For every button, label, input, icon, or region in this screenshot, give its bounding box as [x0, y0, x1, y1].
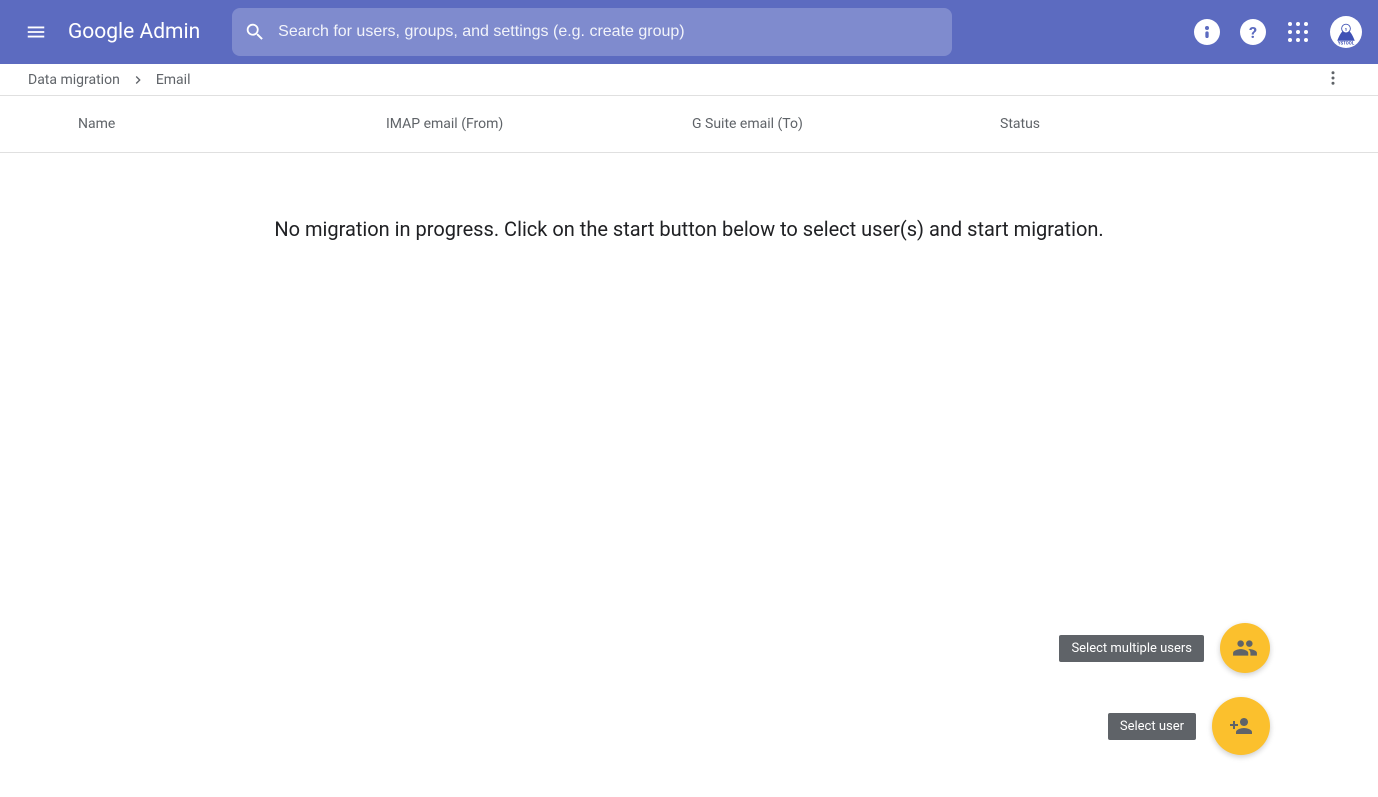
breadcrumb-root[interactable]: Data migration	[28, 72, 120, 88]
empty-state-message: No migration in progress. Click on the s…	[0, 217, 1378, 241]
chevron-right-icon	[130, 72, 146, 88]
fab-row-single: Select user	[1108, 697, 1270, 755]
column-header-name: Name	[78, 116, 386, 132]
group-icon	[1232, 635, 1258, 661]
avatar-image: S YSTOOL	[1332, 18, 1360, 46]
more-vert-icon	[1324, 69, 1342, 87]
select-user-button[interactable]	[1212, 697, 1270, 755]
tooltip-select-user: Select user	[1108, 713, 1196, 740]
help-icon: ?	[1249, 23, 1257, 42]
fab-row-multiple: Select multiple users	[1059, 623, 1270, 673]
app-header: Google Admin ? S YSTOOL	[0, 0, 1378, 64]
apps-launcher-button[interactable]	[1286, 20, 1310, 44]
header-icons: ? S YSTOOL	[1194, 16, 1362, 48]
help-button[interactable]: ?	[1240, 19, 1266, 45]
sub-header: Data migration Email	[0, 64, 1378, 96]
avatar[interactable]: S YSTOOL	[1330, 16, 1362, 48]
hamburger-icon	[25, 21, 47, 43]
app-title: Google Admin	[68, 20, 200, 44]
search-input[interactable]	[278, 23, 940, 41]
account-info-button[interactable]	[1194, 19, 1220, 45]
tooltip-select-multiple: Select multiple users	[1059, 635, 1204, 662]
more-options-button[interactable]	[1316, 61, 1350, 99]
select-multiple-users-button[interactable]	[1220, 623, 1270, 673]
fab-container: Select multiple users Select user	[1059, 623, 1270, 755]
column-header-to: G Suite email (To)	[692, 116, 1000, 132]
person-add-icon	[1229, 714, 1253, 738]
table-header: Name IMAP email (From) G Suite email (To…	[0, 96, 1378, 153]
breadcrumb: Data migration Email	[28, 72, 190, 88]
search-icon	[244, 21, 266, 43]
info-icon	[1199, 24, 1215, 40]
breadcrumb-current: Email	[156, 72, 191, 88]
search-bar[interactable]	[232, 8, 952, 56]
svg-text:YSTOOL: YSTOOL	[1338, 41, 1355, 46]
column-header-from: IMAP email (From)	[386, 116, 692, 132]
menu-button[interactable]	[16, 12, 56, 52]
column-header-status: Status	[1000, 116, 1378, 132]
